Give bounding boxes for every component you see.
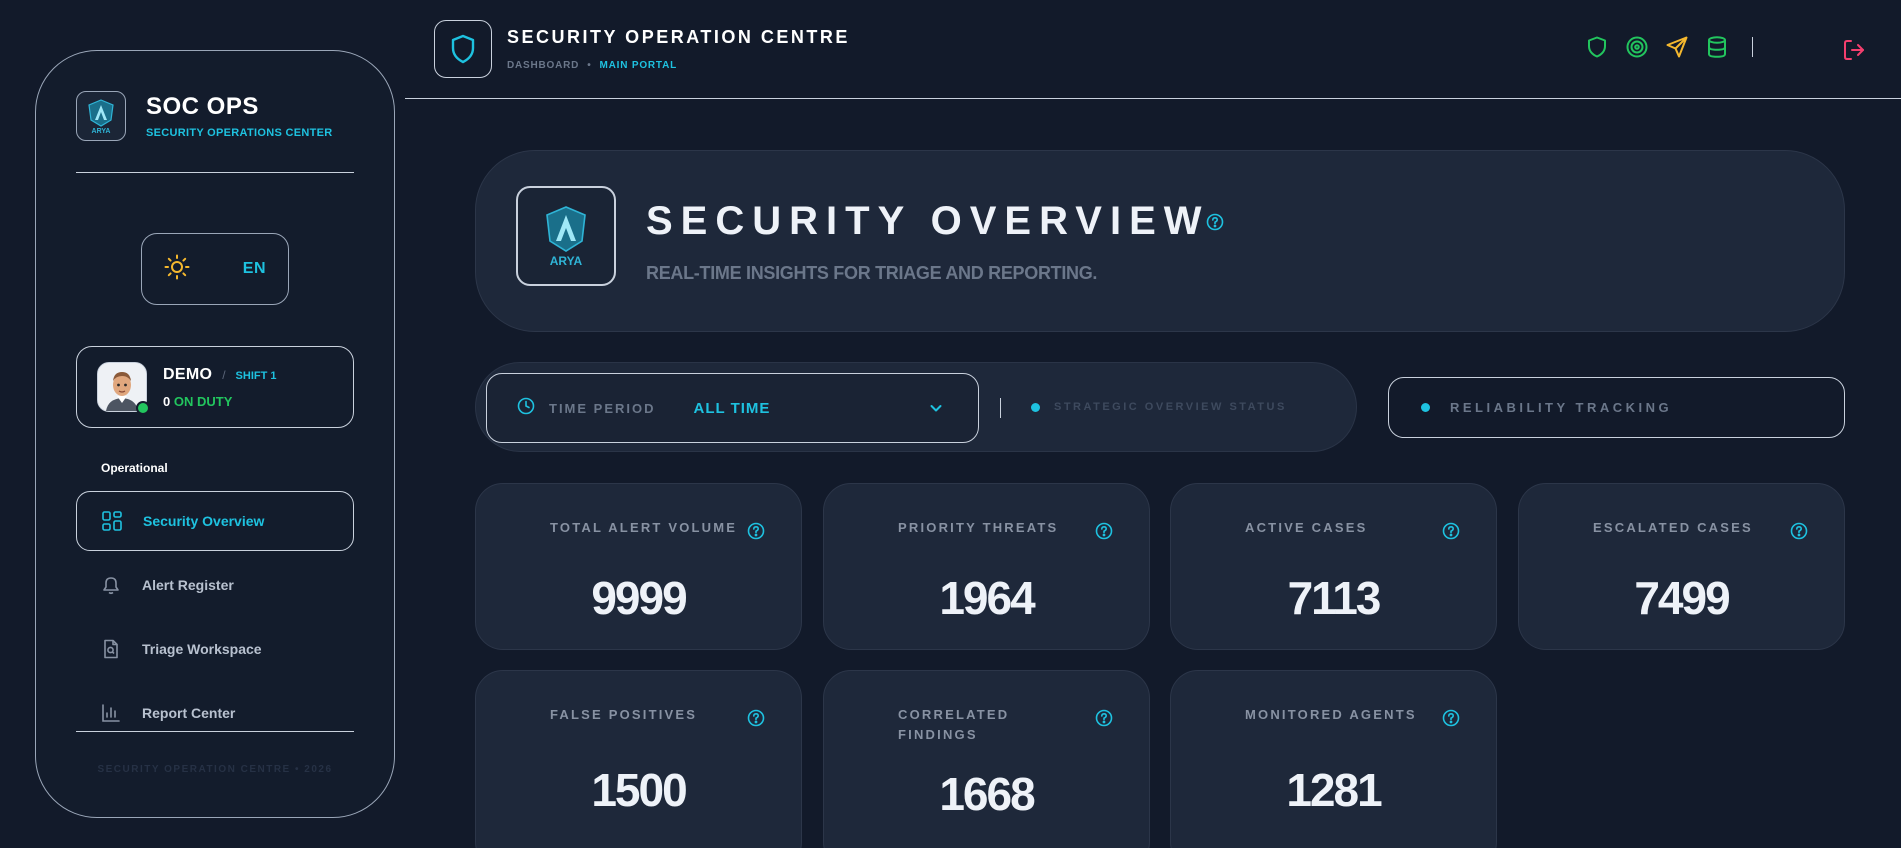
strategic-overview-status: STRATEGIC OVERVIEW STATUS bbox=[1031, 401, 1287, 413]
metric-label: MONITORED AGENTS bbox=[1245, 707, 1417, 722]
chevron-down-icon bbox=[928, 400, 944, 421]
metric-value: 7113 bbox=[1287, 572, 1382, 624]
user-card[interactable]: DEMO / SHIFT 1 0 ON DUTY bbox=[76, 346, 354, 428]
help-icon[interactable] bbox=[1095, 709, 1113, 732]
metric-card-priority-threats[interactable]: PRIORITY THREATS 1964 bbox=[823, 483, 1150, 650]
arya-logo-icon: ARYA bbox=[88, 99, 114, 135]
help-icon[interactable] bbox=[747, 709, 765, 732]
shield-icon[interactable] bbox=[1586, 36, 1608, 58]
help-icon[interactable] bbox=[1442, 709, 1460, 732]
header-separator bbox=[1752, 37, 1753, 57]
filter-separator bbox=[1000, 398, 1001, 418]
theme-language-toggle: EN bbox=[141, 233, 289, 305]
brand-title: SOC OPS bbox=[146, 93, 259, 120]
bell-icon bbox=[100, 574, 122, 596]
metric-value: 1668 bbox=[939, 768, 1035, 820]
time-period-value: ALL TIME bbox=[693, 399, 771, 417]
hero-logo: ARYA bbox=[516, 186, 616, 286]
shield-icon bbox=[451, 34, 475, 64]
help-icon[interactable] bbox=[1790, 522, 1808, 545]
help-icon[interactable] bbox=[1442, 522, 1460, 545]
brand-subtitle: SECURITY OPERATIONS CENTER bbox=[146, 127, 333, 139]
brand: ARYA SOC OPS SECURITY OPERATIONS CENTER bbox=[76, 91, 332, 141]
file-search-icon bbox=[100, 638, 122, 660]
metric-label: CORRELATED FINDINGS bbox=[898, 707, 1010, 742]
sun-icon[interactable] bbox=[164, 254, 190, 285]
language-toggle[interactable]: EN bbox=[243, 260, 266, 278]
user-separator: / bbox=[222, 367, 226, 382]
time-period-label: TIME PERIOD bbox=[549, 400, 656, 416]
breadcrumb-separator: • bbox=[587, 60, 592, 71]
send-icon[interactable] bbox=[1666, 36, 1688, 58]
help-icon[interactable] bbox=[747, 522, 765, 545]
metric-card-correlated-findings[interactable]: CORRELATED FINDINGS 1668 bbox=[823, 670, 1150, 848]
arya-logo-icon: ARYA bbox=[546, 206, 586, 268]
svg-text:ARYA: ARYA bbox=[550, 254, 583, 268]
metric-value: 1964 bbox=[939, 572, 1035, 624]
time-period-select[interactable]: TIME PERIOD ALL TIME bbox=[486, 373, 979, 443]
sidebar-footer: SECURITY OPERATION CENTRE • 2026 bbox=[97, 764, 333, 775]
metric-label: ESCALATED CASES bbox=[1593, 520, 1753, 535]
metric-label: TOTAL ALERT VOLUME bbox=[550, 520, 738, 535]
help-icon[interactable] bbox=[1095, 522, 1113, 545]
filter-bar: TIME PERIOD ALL TIME STRATEGIC OVERVIEW … bbox=[475, 362, 1357, 452]
metric-card-escalated-cases[interactable]: ESCALATED CASES 7499 bbox=[1518, 483, 1845, 650]
sidebar-divider bbox=[76, 731, 354, 732]
database-icon[interactable] bbox=[1706, 36, 1728, 58]
sidebar-item-label: Security Overview bbox=[143, 513, 265, 529]
metric-label: ACTIVE CASES bbox=[1245, 520, 1368, 535]
metric-card-monitored-agents[interactable]: MONITORED AGENTS 1281 bbox=[1170, 670, 1497, 848]
sidebar-item-label: Alert Register bbox=[142, 577, 234, 593]
sidebar-item-label: Report Center bbox=[142, 705, 236, 721]
sidebar: ARYA SOC OPS SECURITY OPERATIONS CENTER … bbox=[35, 50, 395, 818]
logout-icon[interactable] bbox=[1842, 38, 1866, 67]
metric-value: 1500 bbox=[591, 764, 687, 816]
online-status-dot bbox=[136, 401, 150, 415]
user-name: DEMO bbox=[163, 365, 213, 383]
metric-label: FALSE POSITIVES bbox=[550, 707, 698, 722]
metric-label: PRIORITY THREATS bbox=[898, 520, 1059, 535]
sidebar-item-alert-register[interactable]: Alert Register bbox=[76, 555, 354, 615]
help-icon[interactable] bbox=[1206, 213, 1224, 236]
user-status: ON DUTY bbox=[173, 393, 233, 409]
status-dot bbox=[1031, 402, 1040, 412]
metric-value: 1281 bbox=[1286, 764, 1382, 816]
sidebar-item-label: Triage Workspace bbox=[142, 641, 262, 657]
metric-card-active-cases[interactable]: ACTIVE CASES 7113 bbox=[1170, 483, 1497, 650]
breadcrumb-dashboard[interactable]: DASHBOARD bbox=[507, 60, 579, 71]
page-title: SECURITY OVERVIEW bbox=[646, 199, 1210, 243]
status-dot bbox=[1421, 403, 1430, 412]
brand-logo[interactable]: ARYA bbox=[76, 91, 126, 141]
header-toolbar bbox=[1586, 36, 1753, 58]
grid-icon bbox=[101, 510, 123, 532]
header-shield-logo[interactable] bbox=[434, 20, 492, 78]
metric-card-false-positives[interactable]: FALSE POSITIVES 1500 bbox=[475, 670, 802, 848]
sidebar-item-security-overview[interactable]: Security Overview bbox=[76, 491, 354, 551]
header-divider bbox=[405, 98, 1901, 99]
metric-card-total-alert-volume[interactable]: TOTAL ALERT VOLUME 9999 bbox=[475, 483, 802, 650]
reliability-tracking-button[interactable]: RELIABILITY TRACKING bbox=[1388, 377, 1845, 438]
target-icon[interactable] bbox=[1626, 36, 1648, 58]
page-subtitle: REAL-TIME INSIGHTS FOR TRIAGE AND REPORT… bbox=[646, 263, 1098, 283]
sidebar-divider bbox=[76, 172, 354, 173]
sidebar-item-triage-workspace[interactable]: Triage Workspace bbox=[76, 619, 354, 679]
sidebar-item-report-center[interactable]: Report Center bbox=[76, 683, 354, 743]
breadcrumb: DASHBOARD • MAIN PORTAL bbox=[507, 60, 677, 71]
user-shift: SHIFT 1 bbox=[235, 369, 277, 382]
user-count: 0 bbox=[163, 393, 171, 409]
svg-text:ARYA: ARYA bbox=[92, 128, 111, 135]
reliability-tracking-label: RELIABILITY TRACKING bbox=[1450, 400, 1673, 415]
metric-value: 7499 bbox=[1634, 572, 1730, 624]
header-title: SECURITY OPERATION CENTRE bbox=[507, 27, 850, 47]
metric-value: 9999 bbox=[591, 572, 687, 624]
bar-chart-icon bbox=[100, 702, 122, 724]
section-label: Operational bbox=[101, 461, 168, 475]
hero-banner: ARYA SECURITY OVERVIEW REAL-TIME INSIGHT… bbox=[475, 150, 1845, 332]
clock-icon bbox=[517, 397, 535, 420]
strategic-overview-label: STRATEGIC OVERVIEW STATUS bbox=[1054, 401, 1287, 413]
breadcrumb-main-portal[interactable]: MAIN PORTAL bbox=[600, 60, 678, 71]
avatar bbox=[97, 362, 150, 415]
